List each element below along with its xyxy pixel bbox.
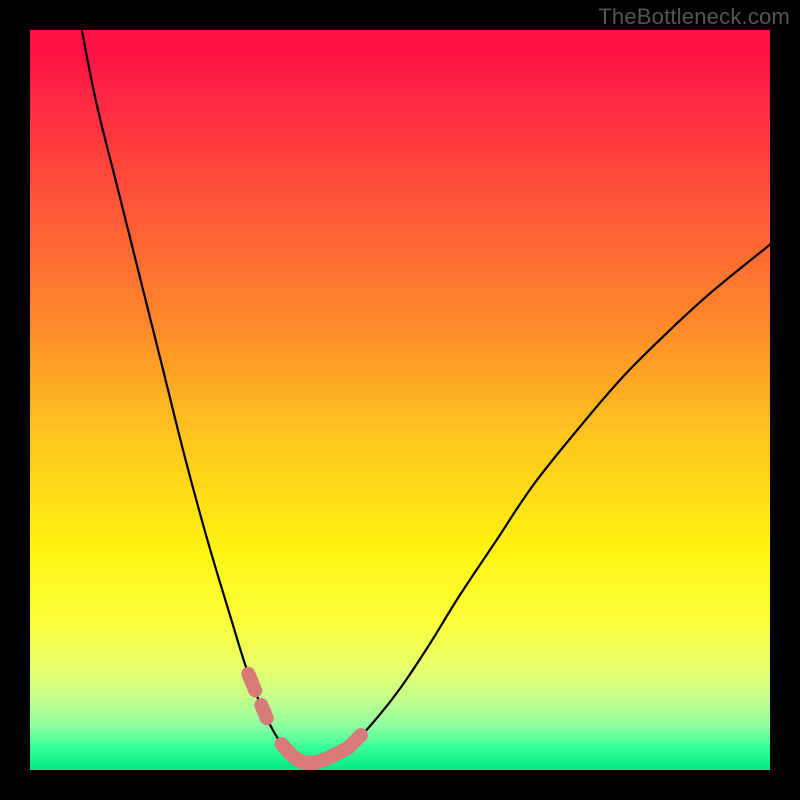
valley-floor-highlight	[282, 744, 349, 763]
watermark-text: TheBottleneck.com	[598, 4, 790, 30]
valley-curve-main	[82, 30, 770, 763]
valley-dash-left	[248, 674, 266, 718]
curve-layer	[30, 30, 770, 770]
chart-area	[30, 30, 770, 770]
